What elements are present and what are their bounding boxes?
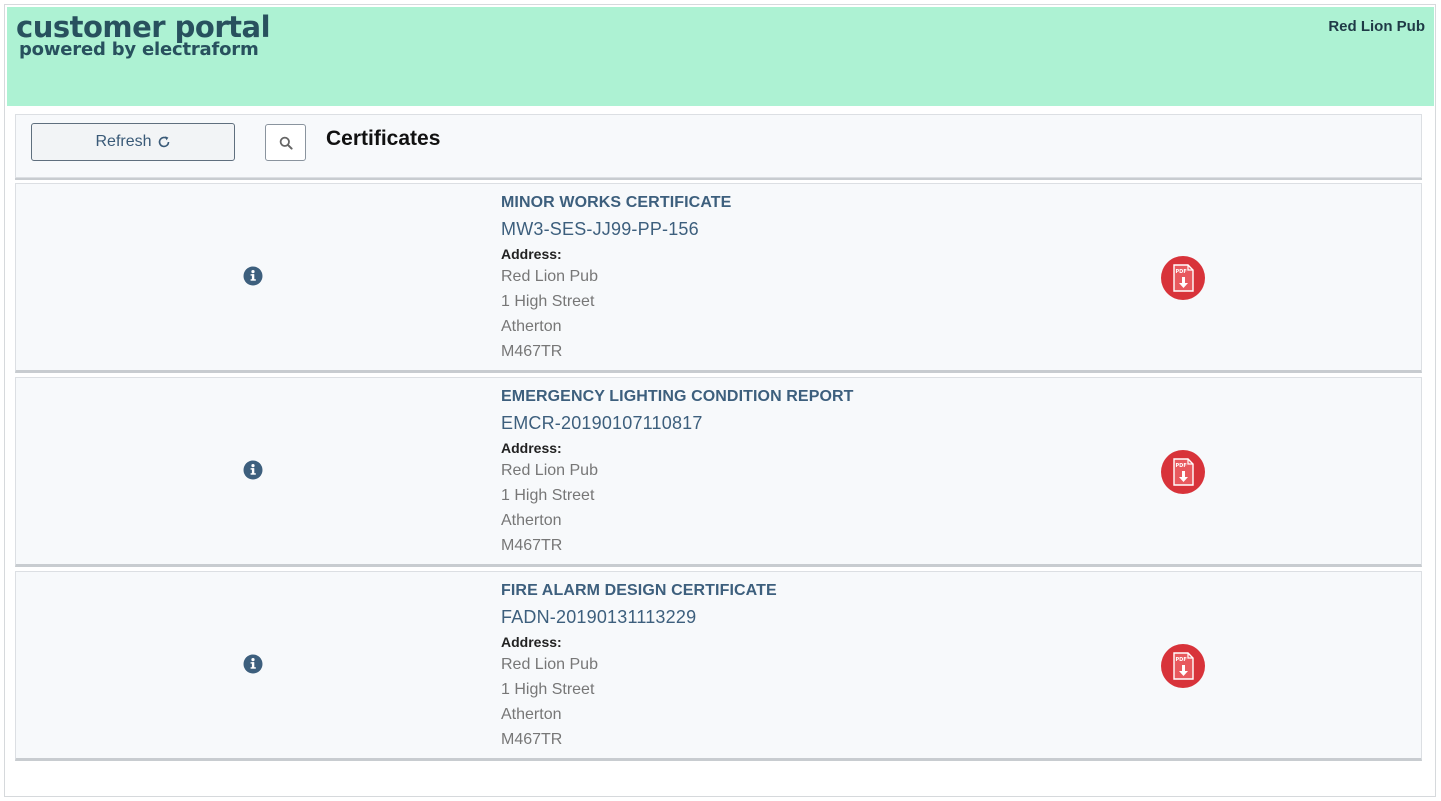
search-icon — [279, 136, 293, 150]
certificate-card: MINOR WORKS CERTIFICATE MW3-SES-JJ99-PP-… — [15, 183, 1422, 373]
certificate-reference: EMCR-20190107110817 — [501, 413, 703, 433]
search-button[interactable] — [265, 124, 306, 161]
info-icon[interactable] — [243, 654, 263, 674]
address-line: Red Lion Pub — [501, 656, 598, 673]
address-line: M467TR — [501, 537, 563, 554]
certificate-reference: MW3-SES-JJ99-PP-156 — [501, 219, 699, 239]
logo[interactable]: customer portal powered by electraform — [16, 11, 271, 60]
address-label: Address: — [501, 440, 562, 456]
address-line: 1 High Street — [501, 487, 595, 504]
address-line: 1 High Street — [501, 681, 595, 698]
pdf-download-icon[interactable]: PDF — [1161, 256, 1205, 300]
address-label: Address: — [501, 246, 562, 262]
svg-text:PDF: PDF — [1176, 269, 1187, 275]
certificate-type: FIRE ALARM DESIGN CERTIFICATE — [501, 582, 777, 599]
pdf-download-icon[interactable]: PDF — [1161, 450, 1205, 494]
toolbar: Refresh Certificates — [15, 114, 1422, 178]
refresh-button[interactable]: Refresh — [31, 123, 235, 161]
address-label: Address: — [501, 634, 562, 650]
address-line: Red Lion Pub — [501, 462, 598, 479]
address-line: M467TR — [501, 343, 563, 360]
svg-text:PDF: PDF — [1176, 657, 1187, 663]
address-line: Atherton — [501, 318, 562, 335]
refresh-label: Refresh — [95, 133, 152, 150]
toolbar-divider — [15, 178, 1422, 180]
certificate-card: EMERGENCY LIGHTING CONDITION REPORT EMCR… — [15, 377, 1422, 567]
account-name[interactable]: Red Lion Pub — [1328, 18, 1425, 35]
info-icon[interactable] — [243, 460, 263, 480]
info-icon[interactable] — [243, 266, 263, 286]
address-line: Atherton — [501, 706, 562, 723]
logo-subtitle: powered by electraform — [19, 39, 259, 60]
page-title: Certificates — [326, 127, 441, 150]
pdf-download-icon[interactable]: PDF — [1161, 644, 1205, 688]
svg-text:PDF: PDF — [1176, 463, 1187, 469]
refresh-icon — [158, 136, 169, 148]
certificate-type: EMERGENCY LIGHTING CONDITION REPORT — [501, 388, 854, 405]
certificate-card: FIRE ALARM DESIGN CERTIFICATE FADN-20190… — [15, 571, 1422, 761]
address-line: Red Lion Pub — [501, 268, 598, 285]
address-line: 1 High Street — [501, 293, 595, 310]
address-line: M467TR — [501, 731, 563, 748]
certificate-type: MINOR WORKS CERTIFICATE — [501, 194, 732, 211]
header-bar: customer portal powered by electraform R… — [7, 7, 1434, 106]
address-line: Atherton — [501, 512, 562, 529]
certificate-reference: FADN-20190131113229 — [501, 607, 697, 627]
